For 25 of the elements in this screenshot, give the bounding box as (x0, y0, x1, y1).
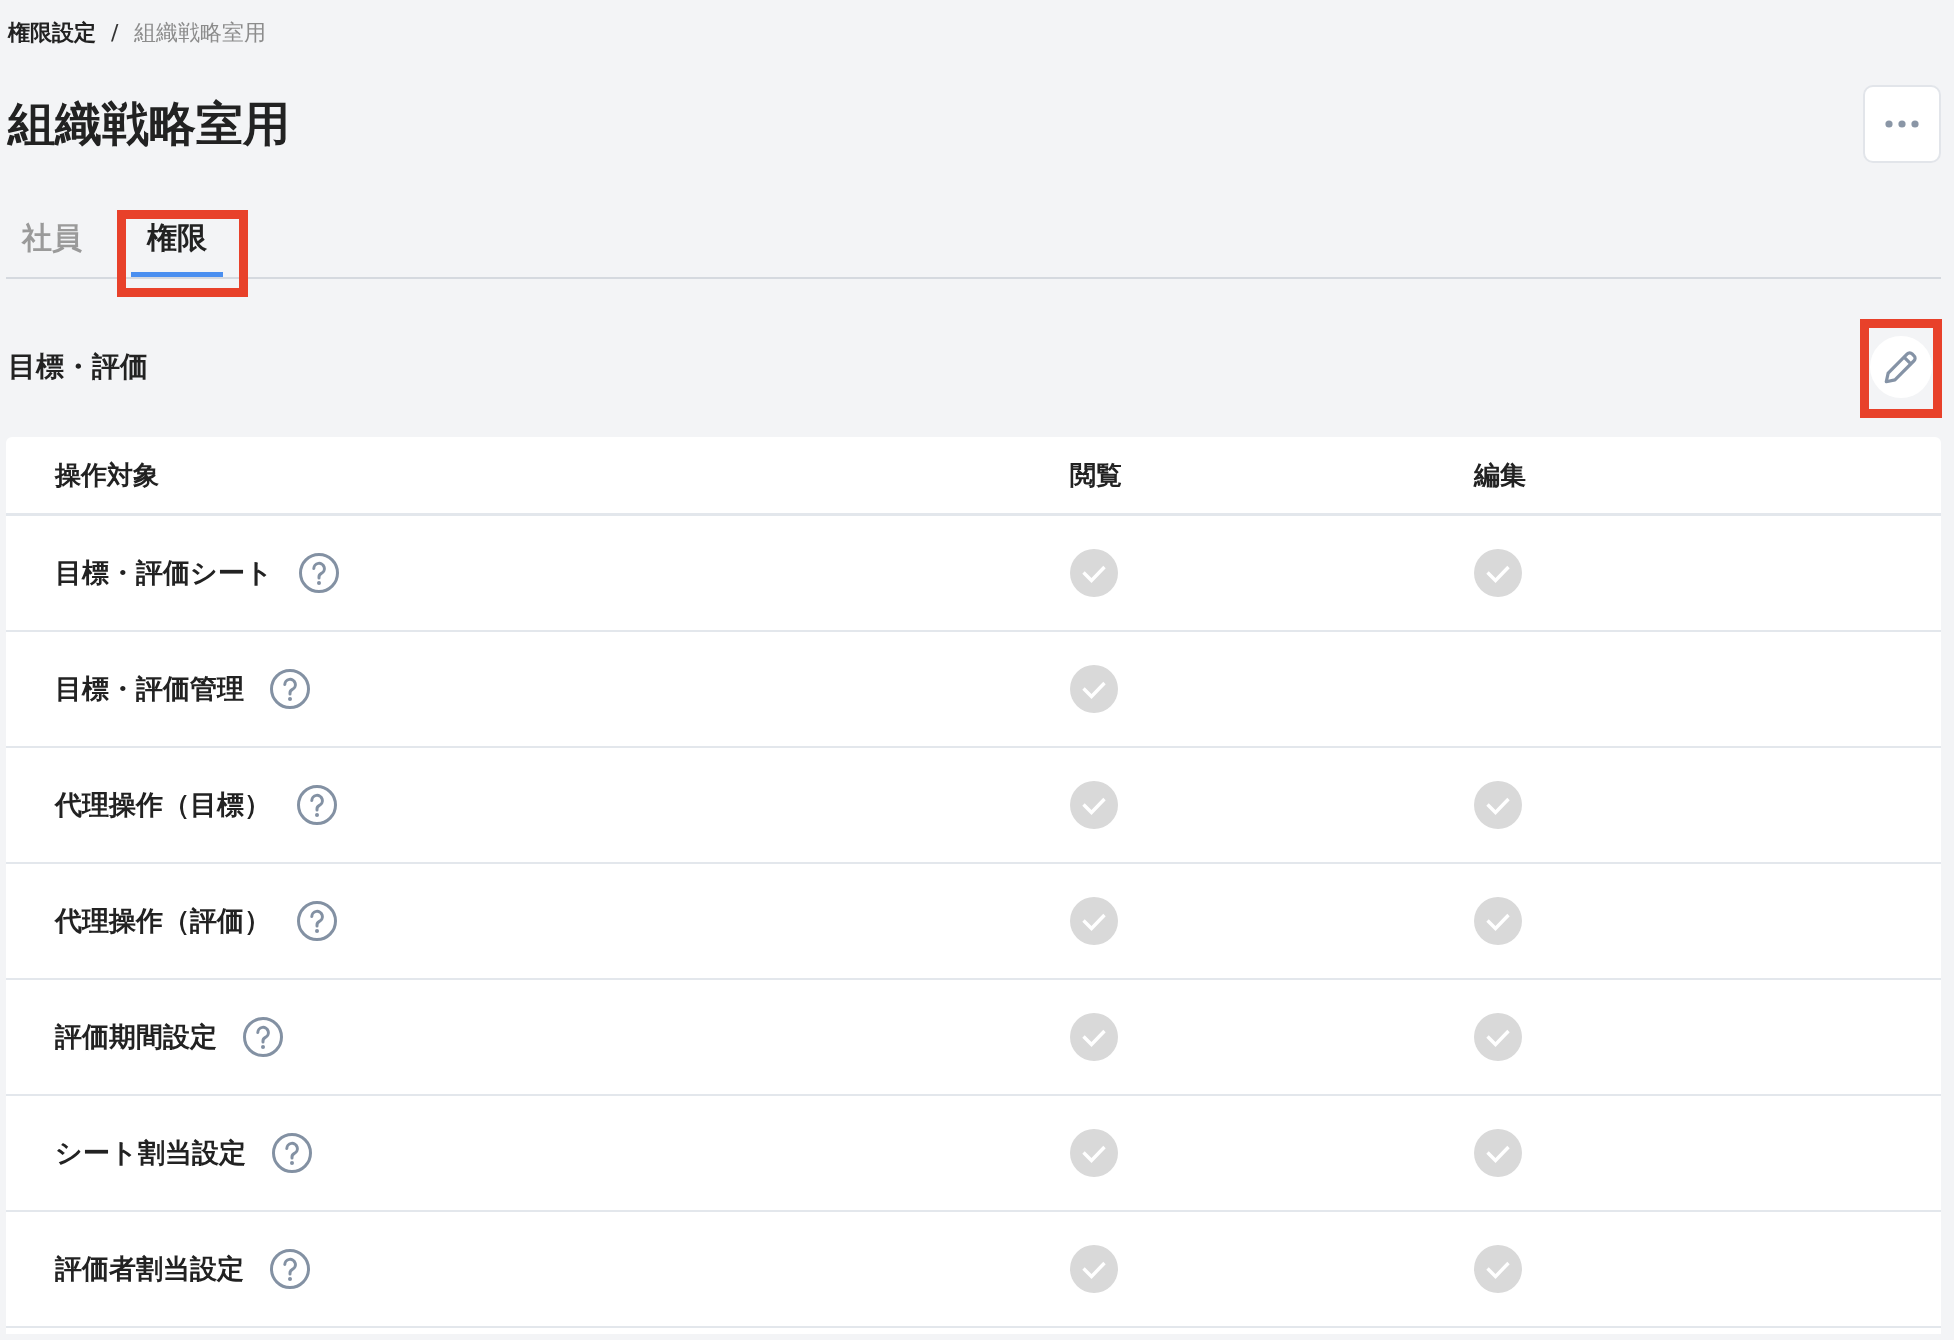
breadcrumb-link[interactable]: 権限設定 (8, 18, 96, 48)
permission-name: シート割当設定 (55, 1136, 246, 1170)
help-icon[interactable] (243, 1017, 283, 1057)
pencil-icon (1884, 350, 1918, 384)
page-title: 組織戦略室用 (6, 96, 290, 152)
permission-name: 代理操作（評価） (55, 904, 271, 938)
help-icon[interactable] (297, 901, 337, 941)
breadcrumb-separator: / (111, 19, 119, 47)
help-icon[interactable] (270, 669, 310, 709)
column-header: 編集 (1474, 459, 1526, 492)
permission-name: 目標・評価シート (55, 556, 273, 590)
column-header: 閲覧 (1070, 459, 1122, 492)
permission-name: 目標・評価管理 (55, 672, 244, 706)
help-icon[interactable] (299, 553, 339, 593)
help-icon[interactable] (270, 1249, 310, 1289)
help-icon[interactable] (297, 785, 337, 825)
permission-name: 評価者割当設定 (55, 1252, 244, 1286)
section-title: 目標・評価 (7, 349, 148, 385)
column-header: 操作対象 (55, 459, 159, 492)
permission-name: 代理操作（目標） (55, 788, 271, 822)
more-icon (1885, 120, 1919, 128)
tab[interactable]: 権限 (131, 218, 223, 277)
help-icon[interactable] (272, 1133, 312, 1173)
breadcrumb-current: 組織戦略室用 (134, 19, 267, 47)
permission-name: 評価期間設定 (55, 1020, 217, 1054)
